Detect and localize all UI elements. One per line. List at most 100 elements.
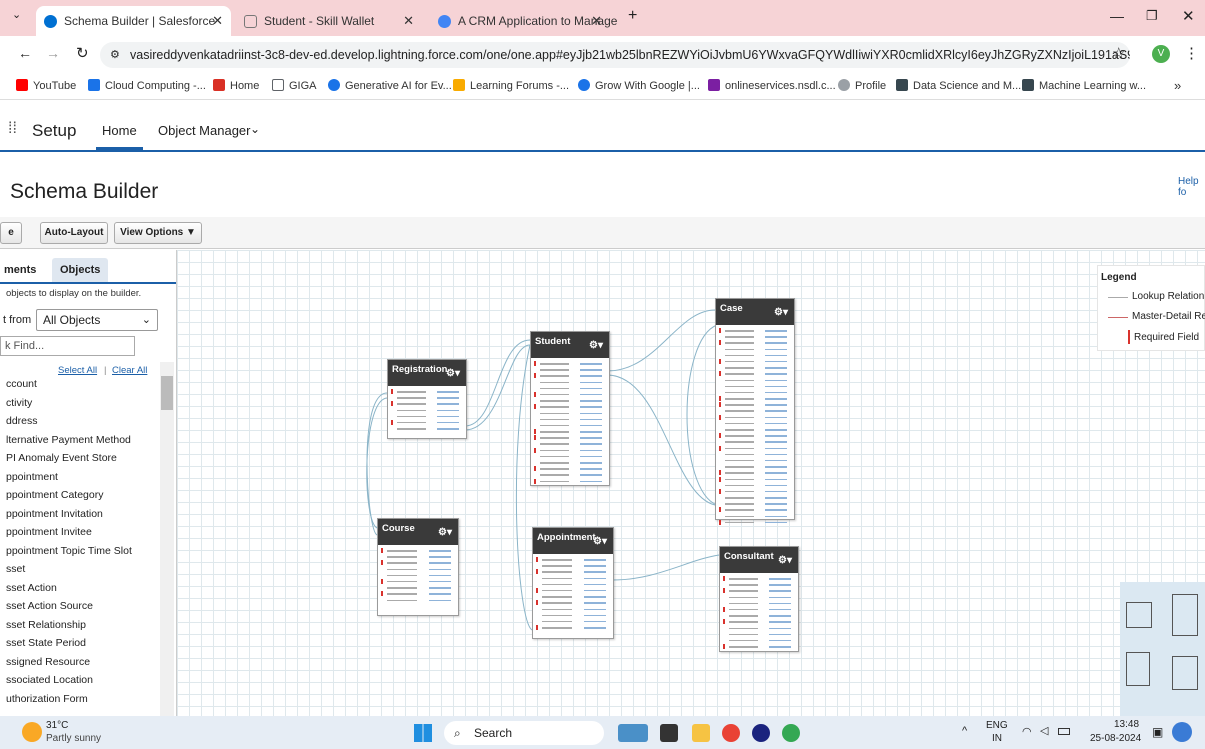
clear-all-link[interactable]: Clear All [112,365,147,376]
forward-icon[interactable]: → [46,45,60,61]
bookmark-star-icon[interactable]: ☆ [1112,44,1125,62]
clock-date[interactable]: 25-08-2024 [1090,733,1141,744]
clock-time[interactable]: 13:48 [1114,719,1139,730]
tab-list-chevron-icon[interactable]: ⌄ [12,8,21,21]
gear-icon[interactable]: ⚙▾ [774,307,788,318]
minimize-icon[interactable]: — [1110,8,1124,24]
bookmark-giga[interactable]: GIGA [272,72,317,100]
bookmark-youtube[interactable]: YouTube [16,72,76,100]
bookmark-data-science[interactable]: Data Science and M... [896,72,1021,100]
object-list-item[interactable]: sset Relationship [6,619,86,631]
scrollbar-thumb[interactable] [161,376,173,410]
app-launcher-icon[interactable]: ⁞⁞ [8,120,17,138]
object-list-item[interactable]: ddress [6,415,38,427]
close-tab-icon[interactable]: ✕ [591,6,602,36]
region[interactable]: IN [992,733,1002,744]
object-list-item[interactable]: ppointment [6,471,58,483]
object-list-item[interactable]: sset State Period [6,637,86,649]
gear-icon[interactable]: ⚙▾ [589,340,603,351]
taskbar-search[interactable]: ⌕ Search [444,721,604,745]
object-course[interactable]: Course ⚙▾ [377,518,459,616]
bookmark-generative-ai[interactable]: Generative AI for Ev... [328,72,452,100]
url-field[interactable]: ⚙ vasireddyvenkatadriinst-3c8-dev-ed.dev… [100,42,1130,68]
object-list-item[interactable]: PI Anomaly Event Store [6,452,117,464]
object-list-item[interactable]: sset Action [6,582,57,594]
menu-icon[interactable]: ⋮ [1184,44,1199,62]
nav-tab-object-manager[interactable]: Object Manager [158,123,251,138]
weather-icon[interactable] [22,722,42,742]
object-list-item[interactable]: uthorization Form [6,693,88,705]
chevron-down-icon[interactable]: ⌄ [250,122,260,136]
tab-skill-wallet[interactable]: Student - Skill Wallet ✕ [236,6,422,36]
view-options-button[interactable]: View Options ▼ [114,222,202,244]
object-list-item[interactable]: ppointment Category [6,489,103,501]
notification-icon[interactable]: ▣ [1152,725,1163,739]
object-consultant[interactable]: Consultant ⚙▾ [719,546,799,652]
chrome-icon[interactable] [722,724,740,742]
object-filter-select[interactable]: All Objects ⌄ [36,309,158,331]
weather-temp[interactable]: 31°C [46,720,68,731]
object-list-item[interactable]: ccount [6,378,37,390]
select-all-link[interactable]: Select All [58,365,97,376]
bookmark-profile[interactable]: Profile [838,72,886,100]
bookmark-nsdl[interactable]: onlineservices.nsdl.c... [708,72,836,100]
close-window-icon[interactable]: ✕ [1182,7,1195,25]
gear-icon[interactable]: ⚙▾ [778,555,792,566]
battery-icon[interactable] [1058,728,1070,735]
tab-objects[interactable]: Objects [52,258,109,282]
gear-icon[interactable]: ⚙▾ [593,536,607,547]
schema-canvas[interactable]: Registration ⚙▾ Student ⚙▾ Case ⚙▾ Course ⚙▾… [177,250,1205,716]
wifi-icon[interactable]: ◠ [1022,725,1032,738]
tab-elements[interactable]: ments [4,264,36,276]
chevron-up-icon[interactable]: ^ [962,725,967,737]
object-registration[interactable]: Registration ⚙▾ [387,359,467,439]
windows-start-icon[interactable] [414,724,432,742]
back-icon[interactable]: ← [18,45,32,61]
task-view-icon[interactable] [660,724,678,742]
language[interactable]: ENG [986,720,1008,731]
tab-schema-builder[interactable]: Schema Builder | Salesforce ✕ [36,6,231,36]
minimap[interactable] [1120,582,1205,716]
new-tab-icon[interactable]: + [628,7,637,25]
object-list-item[interactable]: ppointment Topic Time Slot [6,545,132,557]
object-list-item[interactable]: ppointment Invitee [6,526,92,538]
object-list-item[interactable]: ctivity [6,397,32,409]
bookmark-home[interactable]: Home [213,72,259,100]
close-tab-icon[interactable]: ✕ [403,6,414,36]
object-case[interactable]: Case ⚙▾ [715,298,795,525]
object-student[interactable]: Student ⚙▾ [530,331,610,486]
reload-icon[interactable]: ↻ [76,44,89,62]
help-link[interactable]: Help fo [1178,176,1205,198]
nav-tab-home[interactable]: Home [96,123,143,150]
bookmark-machine-learning[interactable]: Machine Learning w... [1022,72,1146,100]
object-list-item[interactable]: ssigned Resource [6,656,90,668]
quick-find-input[interactable]: k Find... [0,336,135,356]
object-list-item[interactable]: lternative Payment Method [6,434,131,446]
browser-app-icon[interactable] [752,724,770,742]
auto-layout-button[interactable]: Auto-Layout [40,222,108,244]
weather-text[interactable]: Partly sunny [46,733,101,744]
site-info-icon[interactable]: ⚙ [110,42,120,68]
sidebar-scrollbar[interactable] [160,362,174,716]
object-list-item[interactable]: sset Action Source [6,600,93,612]
file-explorer-icon[interactable] [692,724,710,742]
profile-avatar[interactable]: V [1152,45,1170,63]
object-appointment[interactable]: Appointment ⚙▾ [532,527,614,639]
object-list-item[interactable]: ppointment Invitation [6,508,103,520]
bookmark-grow-with-google[interactable]: Grow With Google |... [578,72,700,100]
chrome-icon[interactable] [782,724,800,742]
photos-app-icon[interactable] [618,724,648,742]
copilot-icon[interactable] [1172,722,1192,742]
truncated-button[interactable]: e [0,222,22,244]
bookmark-cloud-computing[interactable]: Cloud Computing -... [88,72,206,100]
gear-icon[interactable]: ⚙▾ [446,368,460,379]
tab-crm[interactable]: A CRM Application to Manage ✕ [430,6,617,36]
volume-icon[interactable]: ◁ [1040,724,1048,737]
more-bookmarks[interactable]: » [1174,72,1181,100]
bookmark-learning-forums[interactable]: Learning Forums -... [453,72,569,100]
object-list-item[interactable]: ssociated Location [6,674,93,686]
object-list-item[interactable]: sset [6,563,25,575]
restore-icon[interactable]: ❐ [1146,8,1158,24]
close-tab-icon[interactable]: ✕ [212,6,223,36]
gear-icon[interactable]: ⚙▾ [438,527,452,538]
